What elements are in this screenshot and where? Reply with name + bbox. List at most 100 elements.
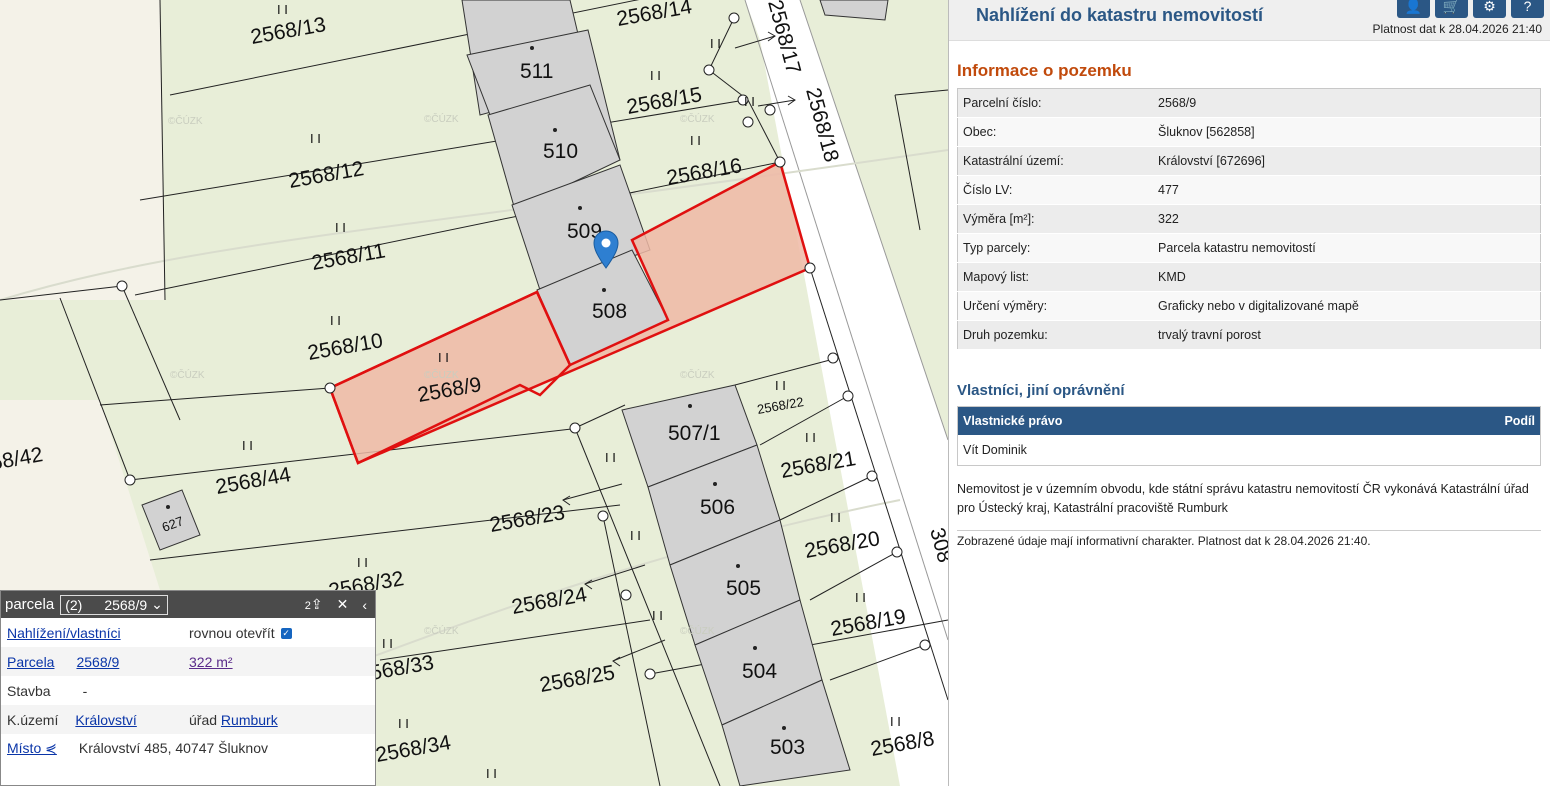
gear-icon[interactable]: ⚙	[1473, 0, 1506, 18]
info-key: Mapový list:	[957, 262, 1153, 292]
popup-type-label: parcela	[5, 596, 55, 613]
stavba-value: -	[82, 682, 88, 699]
info-key: Určení výměry:	[957, 291, 1153, 321]
info-key: Výměra [m²]:	[957, 204, 1153, 234]
row-kuzemi: K.území Království úřad Rumburk	[1, 705, 375, 734]
svg-text:I I: I I	[335, 220, 346, 235]
info-heading: Informace o pozemku	[957, 61, 1132, 80]
chevron-left-icon[interactable]: ‹	[362, 597, 367, 613]
parcel-count: (2)	[65, 596, 83, 613]
info-key: Typ parcely:	[957, 233, 1153, 263]
building-label: 511	[520, 60, 553, 83]
info-value: 322	[1153, 204, 1541, 234]
info-value: KMD	[1153, 262, 1541, 292]
row-misto: Místo ⋞ Království 485, 40747 Šluknov	[1, 734, 375, 763]
divider	[957, 530, 1541, 531]
info-value: Šluknov [562858]	[1153, 117, 1541, 147]
svg-text:I I: I I	[650, 68, 661, 83]
svg-text:I I: I I	[805, 430, 816, 445]
parcel-popup: parcela (2) 2568/9 ⌄ 2⇪ ✕ ‹ Nahlížení/vl…	[0, 590, 376, 786]
user-icon[interactable]: 👤	[1397, 0, 1430, 18]
svg-text:I I: I I	[486, 766, 497, 781]
info-key: Obec:	[957, 117, 1153, 147]
panel-header: Nahlížení do katastru nemovitostí 👤 🛒 ⚙ …	[949, 0, 1550, 41]
row-parcela: Parcela 2568/9 322 m²	[1, 647, 375, 676]
svg-text:I I: I I	[357, 555, 368, 570]
owner-name: Vít Dominik	[963, 443, 1027, 457]
building-label: 507/1	[668, 422, 721, 445]
info-value: 2568/9	[1153, 88, 1541, 118]
share-icon: ⇪	[310, 596, 323, 612]
help-icon[interactable]: ?	[1511, 0, 1544, 18]
svg-text:I I: I I	[630, 528, 641, 543]
info-key: Číslo LV:	[957, 175, 1153, 205]
row-nahlizeni: Nahlížení/vlastníci rovnou otevřít ✓	[1, 618, 375, 647]
info-key: Parcelní číslo:	[957, 88, 1153, 118]
row-stavba: Stavba -	[1, 676, 375, 705]
watermark: ©ČÚZK	[170, 368, 205, 381]
svg-text:I I: I I	[382, 636, 393, 651]
building-label: 508	[592, 300, 627, 323]
kuzemi-link[interactable]: Království	[75, 712, 136, 728]
building-label: 510	[543, 140, 578, 163]
info-value: Graficky nebo v digitalizované mapě	[1153, 291, 1541, 321]
watermark: ©ČÚZK	[680, 368, 715, 381]
watermark: ©ČÚZK	[424, 624, 459, 637]
nahlizeni-link[interactable]: Nahlížení/vlastníci	[7, 625, 121, 641]
owners-heading: Vlastníci, jiní oprávnění	[957, 382, 1125, 399]
stavba-label: Stavba	[7, 682, 51, 699]
svg-text:I I: I I	[438, 350, 449, 365]
info-value: trvalý travní porost	[1153, 320, 1541, 350]
svg-text:I I: I I	[744, 94, 755, 109]
parcel-selected-value: 2568/9	[104, 596, 148, 613]
info-key: Katastrální území:	[957, 146, 1153, 176]
watermark: ©ČÚZK	[680, 624, 715, 637]
svg-text:I I: I I	[277, 2, 288, 17]
owners-table: Vlastnické právo Podíl Vít Dominik	[957, 406, 1541, 466]
office-note: Nemovitost je v územním obvodu, kde stát…	[957, 482, 1529, 515]
close-icon[interactable]: ✕	[337, 596, 349, 613]
svg-text:I I: I I	[775, 378, 786, 393]
address-value: Království 485, 40747 Šluknov	[78, 740, 268, 756]
info-value: Království [672696]	[1153, 146, 1541, 176]
parcel-info-table: Parcelní číslo: 2568/9 Obec: Šluknov [5628…	[957, 88, 1541, 350]
open-direct-checkbox[interactable]: ✓	[280, 628, 292, 640]
owners-col-right: Vlastnické právo	[957, 406, 1382, 435]
info-key: Druh pozemku:	[957, 320, 1153, 350]
app-title: Nahlížení do katastru nemovitostí	[976, 5, 1264, 25]
cart-icon[interactable]: 🛒	[1435, 0, 1468, 18]
svg-text:I I: I I	[605, 450, 616, 465]
building-label: 505	[726, 577, 761, 600]
building-label: 506	[700, 496, 735, 519]
popup-header: parcela (2) 2568/9 ⌄ 2⇪ ✕ ‹	[1, 591, 375, 618]
kuzemi-label: K.území	[7, 711, 59, 728]
watermark: ©ČÚZK	[168, 114, 203, 127]
info-value: Parcela katastru nemovitostí	[1153, 233, 1541, 263]
svg-text:I I: I I	[855, 590, 866, 605]
parcela-link[interactable]: Parcela	[7, 654, 54, 670]
building-label: 504	[742, 660, 777, 683]
footer-note: Zobrazené údaje mají informativní charak…	[957, 534, 1371, 548]
svg-text:I I: I I	[310, 131, 321, 146]
watermark: ©ČÚZK	[424, 112, 459, 125]
misto-link[interactable]: Místo ⋞	[7, 740, 57, 756]
info-panel: Nahlížení do katastru nemovitostí 👤 🛒 ⚙ …	[948, 0, 1550, 786]
parcel-select[interactable]: (2) 2568/9 ⌄	[60, 594, 168, 615]
open-direct-label: rovnou otevřít	[189, 624, 275, 641]
urad-prefix: úřad	[189, 711, 218, 728]
parcel-number-link[interactable]: 2568/9	[76, 654, 119, 670]
svg-text:I I: I I	[690, 133, 701, 148]
svg-text:I I: I I	[398, 716, 409, 731]
share-button[interactable]: 2⇪	[305, 596, 323, 613]
area-link[interactable]: 322 m²	[189, 654, 233, 670]
owners-col-share: Podíl	[1381, 406, 1541, 435]
info-value: 477	[1153, 175, 1541, 205]
svg-text:I I: I I	[652, 608, 663, 623]
data-validity: Platnost dat k 28.04.2026 21:40	[1372, 22, 1542, 36]
building-label: 503	[770, 736, 805, 759]
popup-table: Nahlížení/vlastníci rovnou otevřít ✓ Parc…	[1, 618, 375, 763]
svg-text:I I: I I	[330, 313, 341, 328]
svg-text:I I: I I	[710, 36, 721, 51]
urad-link[interactable]: Rumburk	[221, 712, 278, 728]
svg-text:I I: I I	[830, 510, 841, 525]
